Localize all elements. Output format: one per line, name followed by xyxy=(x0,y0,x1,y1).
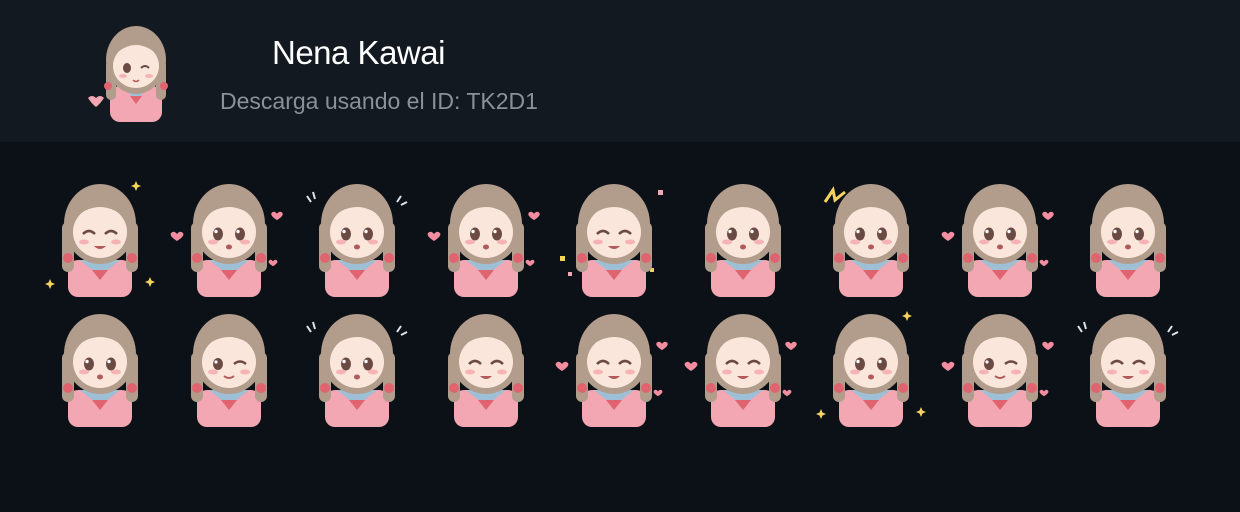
sticker-hooray-confetti[interactable] xyxy=(554,172,674,297)
pack-title: Nena Kawai xyxy=(272,34,445,71)
anime-girl-icon xyxy=(88,26,168,122)
sticker-excited-sparkles[interactable] xyxy=(811,302,931,427)
sticker-hands-on-head[interactable] xyxy=(426,172,546,297)
sticker-crying-pajamas[interactable] xyxy=(169,302,289,427)
sticker-joy-cheeks[interactable] xyxy=(1068,172,1188,297)
sticker-wink-heart[interactable] xyxy=(940,302,1060,427)
sticker-blush-chin[interactable] xyxy=(683,172,803,297)
pack-icon[interactable] xyxy=(88,20,174,124)
sticker-grid xyxy=(40,172,1200,442)
sticker-shy-side[interactable] xyxy=(297,172,417,297)
sticker-happy-hearts[interactable] xyxy=(554,302,674,427)
sticker-surprised-hearts[interactable] xyxy=(169,172,289,297)
sticker-arms-crossed[interactable] xyxy=(426,302,546,427)
sticker-salute[interactable] xyxy=(40,302,160,427)
sticker-cheer-fist[interactable] xyxy=(40,172,160,297)
sticker-surprised-spark[interactable] xyxy=(811,172,931,297)
sticker-laughing-wave[interactable] xyxy=(1068,302,1188,427)
sticker-bunny-plush[interactable] xyxy=(683,302,803,427)
sticker-praying-hearts[interactable] xyxy=(940,172,1060,297)
sticker-pack-header: Nena Kawai Descarga usando el ID: TK2D1 xyxy=(0,0,1240,142)
sticker-nervous[interactable] xyxy=(297,302,417,427)
pack-download-id: Descarga usando el ID: TK2D1 xyxy=(220,88,538,114)
